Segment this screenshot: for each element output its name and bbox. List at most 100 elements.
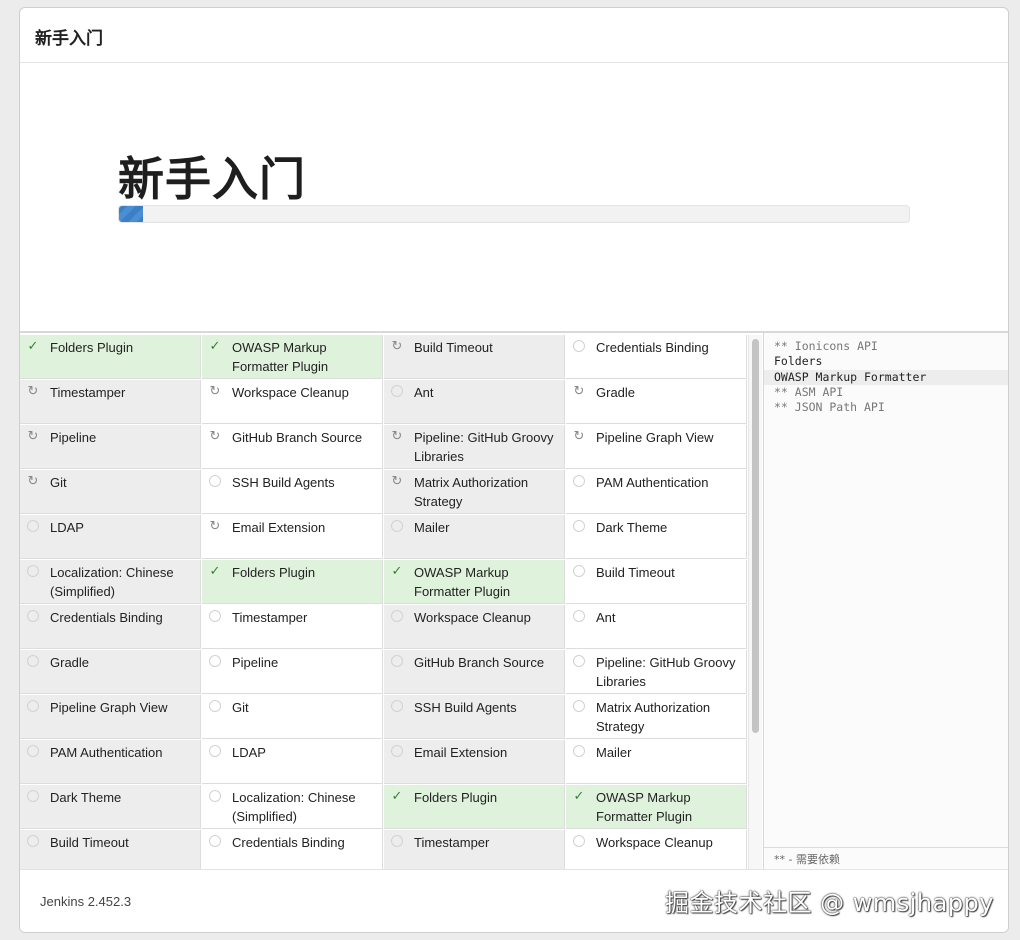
- watermark-text: 掘金技术社区 @ wmsjhappy: [664, 889, 994, 917]
- plugin-name: Matrix Authorization Strategy: [414, 475, 529, 509]
- pending-circle-icon: [26, 699, 40, 713]
- plugin-name: OWASP Markup Formatter Plugin: [596, 790, 693, 824]
- plugin-item: Build Timeout: [20, 830, 201, 871]
- plugin-item: Git: [202, 695, 383, 739]
- plugin-item: GitHub Branch Source: [384, 650, 565, 694]
- plugin-name: Ant: [596, 610, 616, 625]
- pending-circle-icon: [208, 699, 222, 713]
- plugin-item: Mailer: [566, 740, 747, 784]
- plugin-name: Folders Plugin: [414, 790, 498, 805]
- check-icon: ✓: [209, 338, 221, 353]
- pending-circle-icon: [572, 744, 586, 758]
- plugin-item: Workspace Cleanup: [566, 830, 747, 871]
- plugin-item: ↻ Git: [20, 470, 201, 514]
- plugin-item: Timestamper: [384, 830, 565, 871]
- plugin-item: PAM Authentication: [20, 740, 201, 784]
- install-progress-bar: [118, 205, 910, 223]
- plugin-name: Mailer: [596, 745, 632, 760]
- plugin-name: Folders Plugin: [50, 340, 134, 355]
- log-legend: ** - 需要依赖: [764, 847, 1008, 871]
- log-line: ** JSON Path API: [774, 400, 885, 415]
- plugin-item: Pipeline: GitHub Groovy Libraries: [566, 650, 747, 694]
- plugin-name: Credentials Binding: [232, 835, 345, 850]
- plugin-item: Ant: [384, 380, 565, 424]
- loading-spinner-icon: ↻: [209, 383, 221, 398]
- pending-circle-icon: [26, 744, 40, 758]
- plugin-item: Credentials Binding: [20, 605, 201, 649]
- plugin-name: LDAP: [50, 520, 84, 535]
- plugin-item: Localization: Chinese (Simplified): [202, 785, 383, 829]
- dialog-title: 新手入门: [35, 29, 103, 49]
- plugin-name: Timestamper: [50, 385, 126, 400]
- plugin-name: Pipeline: [232, 655, 279, 670]
- plugin-name: SSH Build Agents: [414, 700, 517, 715]
- plugin-item: Dark Theme: [566, 515, 747, 559]
- plugin-item: ↻ GitHub Branch Source: [202, 425, 383, 469]
- plugin-item: ↻ Build Timeout: [384, 335, 565, 379]
- plugin-name: PAM Authentication: [50, 745, 163, 760]
- log-lines: ** Ionicons API Folders OWASP Markup Forma…: [764, 339, 1008, 415]
- plugin-name: Credentials Binding: [596, 340, 709, 355]
- plugin-item: ✓ OWASP Markup Formatter Plugin: [384, 560, 565, 604]
- plugin-item: PAM Authentication: [566, 470, 747, 514]
- loading-spinner-icon: ↻: [391, 473, 403, 488]
- pending-circle-icon: [572, 834, 586, 848]
- plugin-name: Mailer: [414, 520, 450, 535]
- plugin-name: Folders Plugin: [232, 565, 316, 580]
- plugin-name: Localization: Chinese (Simplified): [232, 790, 356, 824]
- plugin-name: Build Timeout: [50, 835, 129, 850]
- plugin-item: ↻ Gradle: [566, 380, 747, 424]
- plugin-item: SSH Build Agents: [202, 470, 383, 514]
- plugin-item: ✓ OWASP Markup Formatter Plugin: [566, 785, 747, 829]
- plugin-name: Workspace Cleanup: [232, 385, 349, 400]
- plugin-name: LDAP: [232, 745, 266, 760]
- plugin-item: Mailer: [384, 515, 565, 559]
- plugin-name: OWASP Markup Formatter Plugin: [232, 340, 329, 374]
- scrollbar-thumb[interactable]: [752, 339, 759, 733]
- plugin-item: Timestamper: [202, 605, 383, 649]
- pending-circle-icon: [208, 474, 222, 488]
- install-log: ** Ionicons API Folders OWASP Markup Forma…: [763, 333, 1008, 871]
- pending-circle-icon: [572, 474, 586, 488]
- plugin-item: Pipeline Graph View: [20, 695, 201, 739]
- plugin-item: ↻ Workspace Cleanup: [202, 380, 383, 424]
- plugin-item: Localization: Chinese (Simplified): [20, 560, 201, 604]
- plugin-item: ✓ Folders Plugin: [20, 335, 201, 379]
- loading-spinner-icon: ↻: [27, 383, 39, 398]
- pending-circle-icon: [26, 834, 40, 848]
- plugin-item: LDAP: [202, 740, 383, 784]
- plugin-item: ↻ Pipeline: GitHub Groovy Libraries: [384, 425, 565, 469]
- plugin-item: LDAP: [20, 515, 201, 559]
- pending-circle-icon: [208, 654, 222, 668]
- plugin-item: Workspace Cleanup: [384, 605, 565, 649]
- plugin-name: GitHub Branch Source: [414, 655, 545, 670]
- plugin-name: Ant: [414, 385, 434, 400]
- pending-circle-icon: [390, 654, 404, 668]
- plugin-grid: ✓ Folders Plugin ✓ OWASP Markup Formatter P…: [20, 335, 748, 871]
- plugin-name: SSH Build Agents: [232, 475, 335, 490]
- plugin-item: SSH Build Agents: [384, 695, 565, 739]
- loading-spinner-icon: ↻: [27, 473, 39, 488]
- plugin-name: GitHub Branch Source: [232, 430, 363, 445]
- loading-spinner-icon: ↻: [573, 428, 585, 443]
- plugin-item: Ant: [566, 605, 747, 649]
- loading-spinner-icon: ↻: [209, 518, 221, 533]
- plugin-item: ✓ Folders Plugin: [384, 785, 565, 829]
- plugin-name: Dark Theme: [50, 790, 122, 805]
- check-icon: ✓: [391, 563, 403, 578]
- plugin-name: Matrix Authorization Strategy: [596, 700, 711, 734]
- plugin-item: Credentials Binding: [202, 830, 383, 871]
- log-line: ** Ionicons API: [774, 339, 878, 353]
- plugin-name: Pipeline Graph View: [50, 700, 168, 715]
- plugin-name: Pipeline: GitHub Groovy Libraries: [414, 430, 554, 464]
- setup-wizard-dialog: 新手入门 新手入门 ✓ Folders Plugin ✓ OWASP Markup F…: [19, 7, 1009, 933]
- check-icon: ✓: [391, 788, 403, 803]
- plugin-name: Localization: Chinese (Simplified): [50, 565, 174, 599]
- pending-circle-icon: [390, 699, 404, 713]
- pending-circle-icon: [572, 654, 586, 668]
- plugin-item: Email Extension: [384, 740, 565, 784]
- plugin-name: Timestamper: [414, 835, 490, 850]
- plugin-grid-scrollbar[interactable]: [748, 335, 762, 871]
- plugin-name: Workspace Cleanup: [596, 835, 713, 850]
- plugin-item: ✓ OWASP Markup Formatter Plugin: [202, 335, 383, 379]
